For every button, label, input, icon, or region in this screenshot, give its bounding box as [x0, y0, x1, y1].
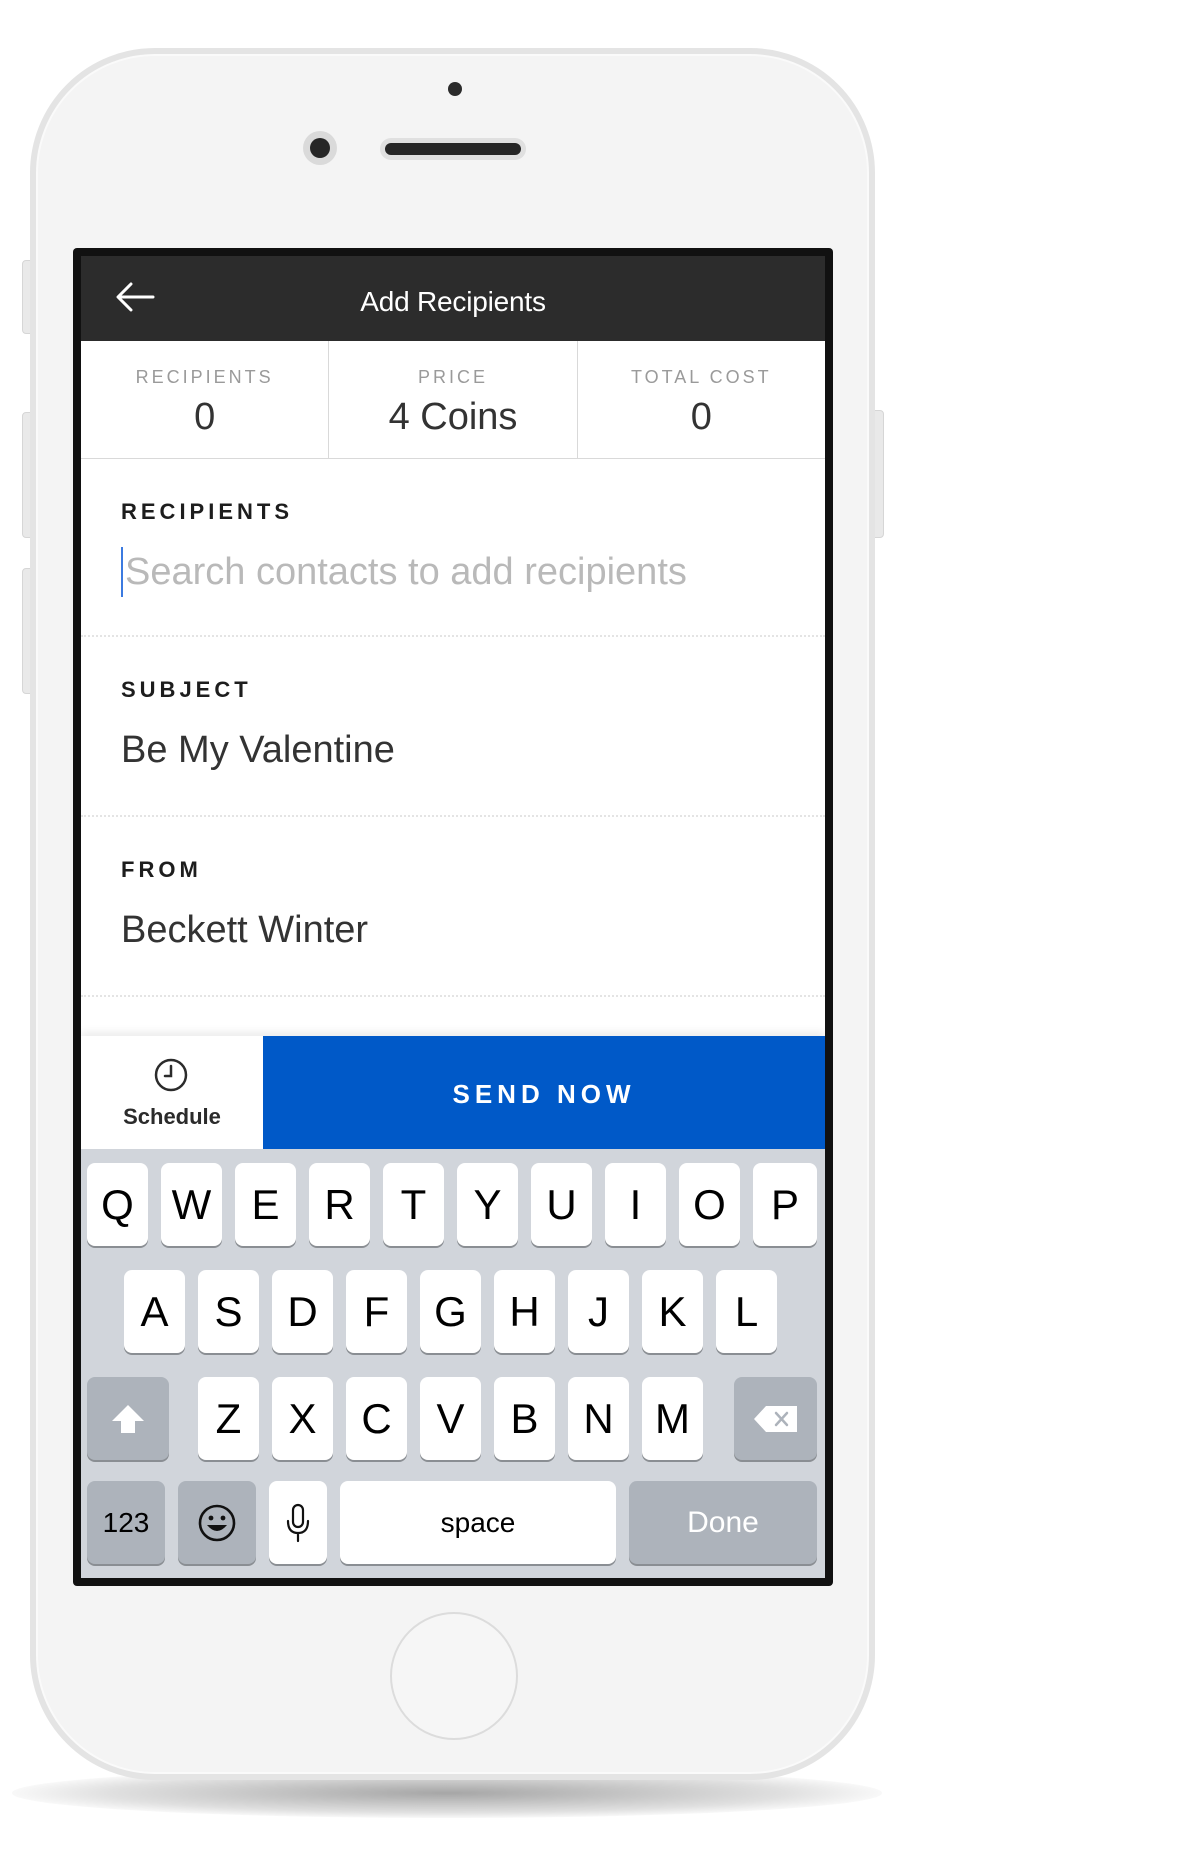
send-now-button[interactable]: SEND NOW: [263, 1036, 825, 1149]
key-s[interactable]: S: [198, 1270, 259, 1353]
earpiece-speaker: [385, 143, 521, 155]
key-y[interactable]: Y: [457, 1163, 518, 1246]
key-n[interactable]: N: [568, 1377, 629, 1460]
page-title: Add Recipients: [360, 286, 546, 317]
key-e[interactable]: E: [235, 1163, 296, 1246]
key-h[interactable]: H: [494, 1270, 555, 1353]
done-key[interactable]: Done: [629, 1481, 817, 1564]
key-g[interactable]: G: [420, 1270, 481, 1353]
action-bar: Schedule SEND NOW: [81, 1036, 825, 1149]
key-m[interactable]: M: [642, 1377, 703, 1460]
numbers-key[interactable]: 123: [87, 1481, 165, 1564]
key-x[interactable]: X: [272, 1377, 333, 1460]
home-button[interactable]: [390, 1612, 518, 1740]
stat-value: 4 Coins: [388, 396, 518, 438]
schedule-label: Schedule: [123, 1104, 221, 1129]
stat-price: PRICE 4 Coins: [329, 341, 578, 458]
stat-value: 0: [690, 396, 712, 438]
key-j[interactable]: J: [568, 1270, 629, 1353]
cost-summary: RECIPIENTS 0 PRICE 4 Coins TOTAL COST 0: [81, 341, 825, 459]
dictation-key[interactable]: [269, 1481, 327, 1564]
key-f[interactable]: F: [346, 1270, 407, 1353]
app-bar: Add Recipients: [81, 256, 825, 341]
stat-recipients: RECIPIENTS 0: [81, 341, 330, 458]
key-k[interactable]: K: [642, 1270, 703, 1353]
subject-field[interactable]: SUBJECT Be My Valentine: [81, 637, 825, 817]
key-r[interactable]: R: [309, 1163, 370, 1246]
from-field[interactable]: FROM Beckett Winter: [81, 817, 825, 997]
key-u[interactable]: U: [531, 1163, 592, 1246]
key-o[interactable]: O: [679, 1163, 740, 1246]
subject-label: SUBJECT: [121, 677, 252, 702]
delete-key[interactable]: [734, 1377, 817, 1460]
space-key[interactable]: space: [340, 1481, 616, 1564]
from-value: Beckett Winter: [121, 909, 369, 951]
stat-label: TOTAL COST: [630, 367, 772, 387]
key-b[interactable]: B: [494, 1377, 555, 1460]
from-label: FROM: [121, 857, 202, 882]
stat-label: RECIPIENTS: [135, 367, 274, 387]
shift-icon: [112, 1404, 144, 1433]
backspace-icon: [753, 1405, 797, 1432]
key-c[interactable]: C: [346, 1377, 407, 1460]
recipients-search-input[interactable]: [121, 547, 785, 597]
emoji-icon: [198, 1504, 236, 1541]
stat-label: PRICE: [417, 367, 488, 387]
send-now-label: SEND NOW: [452, 1079, 636, 1109]
stat-value: 0: [194, 396, 216, 438]
subject-value: Be My Valentine: [121, 729, 395, 771]
schedule-button[interactable]: Schedule: [81, 1036, 263, 1149]
recipients-label: RECIPIENTS: [121, 499, 294, 524]
stat-total-cost: TOTAL COST 0: [578, 341, 825, 458]
key-v[interactable]: V: [420, 1377, 481, 1460]
shift-key[interactable]: [87, 1377, 169, 1460]
key-t[interactable]: T: [383, 1163, 444, 1246]
key-a[interactable]: A: [124, 1270, 185, 1353]
key-q[interactable]: Q: [87, 1163, 148, 1246]
front-camera: [310, 138, 330, 158]
key-p[interactable]: P: [753, 1163, 817, 1246]
key-i[interactable]: I: [605, 1163, 666, 1246]
key-w[interactable]: W: [161, 1163, 222, 1246]
emoji-key[interactable]: [178, 1481, 256, 1564]
onscreen-keyboard: Q W E R T Y U I O P A S D F G H J K L Z …: [81, 1149, 825, 1578]
key-l[interactable]: L: [716, 1270, 777, 1353]
proximity-sensor: [448, 82, 462, 96]
clock-icon: [154, 1058, 188, 1092]
key-d[interactable]: D: [272, 1270, 333, 1353]
app-screen: Add Recipients RECIPIENTS 0 PRICE 4 Coin…: [81, 256, 825, 1578]
recipients-field: RECIPIENTS: [81, 459, 825, 637]
key-z[interactable]: Z: [198, 1377, 259, 1460]
microphone-icon: [286, 1503, 310, 1542]
